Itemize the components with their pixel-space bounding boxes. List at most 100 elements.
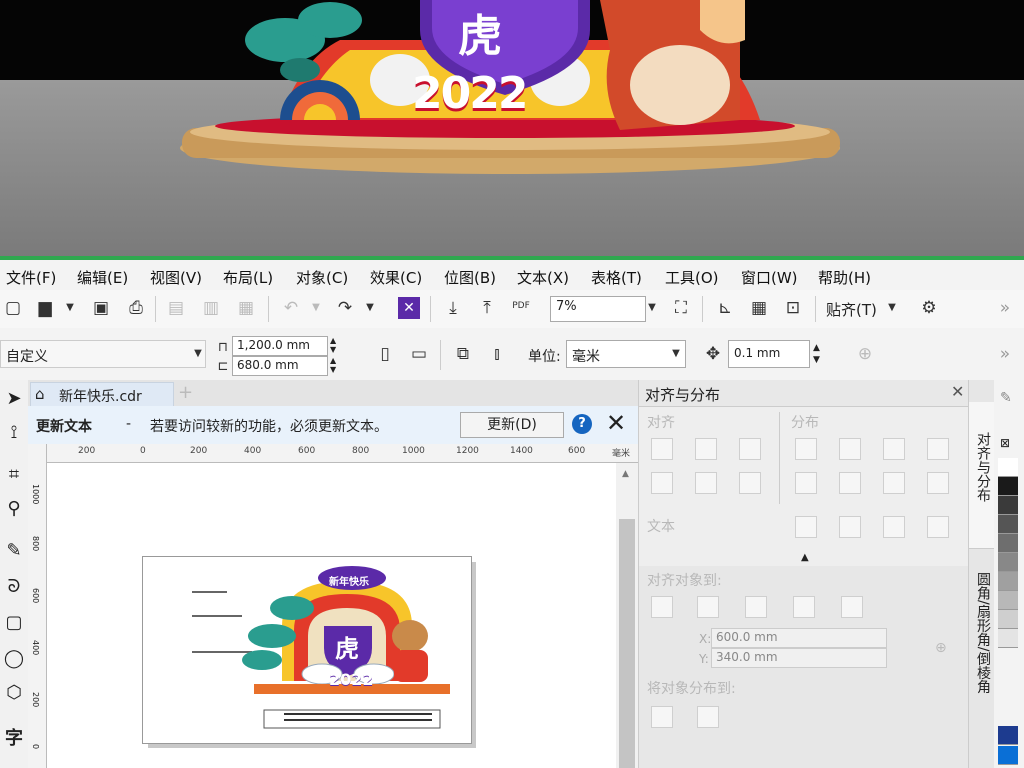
align-bottom-icon[interactable]: [739, 472, 761, 494]
full-screen-icon[interactable]: ⛶: [670, 297, 692, 319]
freehand-tool-icon[interactable]: ✎: [2, 540, 26, 566]
menu-object[interactable]: 对象(C): [296, 267, 348, 288]
snap-dropdown-icon[interactable]: ▼: [884, 302, 900, 313]
distribute-center-h-icon[interactable]: [839, 438, 861, 460]
align-center-v-icon[interactable]: [695, 472, 717, 494]
palette-swatch[interactable]: [998, 534, 1018, 553]
page-width-spinner[interactable]: ▲ ▼: [330, 336, 336, 354]
align-right-icon[interactable]: [739, 438, 761, 460]
snap-to-button[interactable]: 贴齐(T): [826, 299, 877, 320]
active-object-icon[interactable]: [651, 596, 673, 618]
redo-dropdown-icon[interactable]: ▼: [362, 302, 378, 313]
text-bbox-icon[interactable]: [883, 516, 905, 538]
search-content-icon[interactable]: ✕: [398, 297, 420, 319]
menu-file[interactable]: 文件(F): [6, 267, 56, 288]
palette-swatch[interactable]: [998, 515, 1018, 534]
grid-icon[interactable]: [793, 596, 815, 618]
export-icon[interactable]: ⤒: [476, 297, 498, 319]
distribute-top-icon[interactable]: [795, 472, 817, 494]
undo-icon[interactable]: ↶: [280, 297, 302, 319]
nudge-spinner[interactable]: ▲ ▼: [813, 342, 820, 366]
nudge-distance-field[interactable]: 0.1 mm: [728, 340, 810, 368]
palette-swatch[interactable]: [998, 496, 1018, 515]
menu-layout[interactable]: 布局(L): [223, 267, 273, 288]
page-edge-icon[interactable]: [697, 596, 719, 618]
menu-help[interactable]: 帮助(H): [818, 267, 871, 288]
save-icon[interactable]: ▣: [90, 297, 112, 319]
new-document-icon[interactable]: ▢: [2, 297, 24, 319]
menu-window[interactable]: 窗口(W): [741, 267, 798, 288]
ellipse-tool-icon[interactable]: ◯: [2, 648, 26, 674]
palette-swatch[interactable]: [998, 591, 1018, 610]
docker-close-icon[interactable]: ✕: [951, 382, 964, 401]
page-center-icon[interactable]: [745, 596, 767, 618]
collapse-section-icon[interactable]: ▲: [801, 552, 809, 563]
distribute-right-icon[interactable]: [927, 438, 949, 460]
open-dropdown-icon[interactable]: ▼: [62, 302, 78, 313]
distribute-bottom-icon[interactable]: [927, 472, 949, 494]
page-height-spinner[interactable]: ▲ ▼: [330, 356, 336, 374]
palette-swatch[interactable]: [998, 746, 1018, 765]
pick-tool-icon[interactable]: ➤: [2, 388, 26, 414]
polygon-tool-icon[interactable]: ⬡: [2, 682, 26, 708]
cut-icon[interactable]: ▤: [165, 297, 187, 319]
undo-dropdown-icon[interactable]: ▼: [308, 302, 324, 313]
palette-swatch[interactable]: [998, 477, 1018, 496]
side-tab-align[interactable]: 对齐与分布: [969, 402, 995, 549]
page-width-field[interactable]: 1,200.0 mm: [232, 336, 328, 356]
distribute-left-icon[interactable]: [795, 438, 817, 460]
shape-tool-icon[interactable]: ⟟: [2, 422, 26, 448]
add-page-icon[interactable]: ⊕: [854, 343, 876, 365]
landscape-icon[interactable]: ▭: [408, 343, 430, 365]
drawing-canvas[interactable]: 新年快乐 虎 2022: [47, 463, 638, 768]
text-baseline-first-icon[interactable]: [795, 516, 817, 538]
open-folder-icon[interactable]: ▆: [34, 297, 56, 319]
artistic-media-icon[interactable]: ᘐ: [2, 576, 26, 602]
document-tab[interactable]: ⌂ 新年快乐.cdr: [30, 382, 174, 407]
x-position-field[interactable]: 600.0 mm: [711, 628, 887, 648]
vertical-ruler[interactable]: 1000 800 600 400 200 0: [28, 444, 47, 768]
page-size-dropdown-icon[interactable]: ▼: [190, 348, 206, 359]
copy-icon[interactable]: ▥: [200, 297, 222, 319]
new-tab-plus-icon[interactable]: +: [178, 382, 193, 403]
redo-icon[interactable]: ↷: [334, 297, 356, 319]
page-size-preset[interactable]: 自定义: [0, 340, 206, 368]
text-baseline-last-icon[interactable]: [839, 516, 861, 538]
print-icon[interactable]: ⎙: [125, 297, 147, 319]
menu-text[interactable]: 文本(X): [517, 267, 569, 288]
align-top-icon[interactable]: [651, 472, 673, 494]
unit-dropdown-icon[interactable]: ▼: [668, 348, 684, 359]
menu-bitmap[interactable]: 位图(B): [444, 267, 496, 288]
page-height-field[interactable]: 680.0 mm: [232, 356, 328, 376]
import-icon[interactable]: ⤓: [442, 297, 464, 319]
align-center-h-icon[interactable]: [695, 438, 717, 460]
zoom-level-field[interactable]: 7%: [550, 296, 646, 322]
palette-swatch[interactable]: [998, 458, 1018, 477]
palette-swatch[interactable]: [998, 629, 1018, 648]
distribute-spacing-h-icon[interactable]: [883, 438, 905, 460]
palette-swatch[interactable]: [998, 553, 1018, 572]
property-overflow-icon[interactable]: »: [994, 343, 1016, 365]
menu-edit[interactable]: 编辑(E): [77, 267, 128, 288]
rectangle-tool-icon[interactable]: ▢: [2, 612, 26, 638]
scrollbar-thumb[interactable]: [619, 519, 635, 768]
crop-tool-icon[interactable]: ⌗: [2, 464, 26, 490]
distribute-selection-icon[interactable]: [651, 706, 673, 728]
update-button[interactable]: 更新(D): [460, 412, 564, 438]
paste-icon[interactable]: ▦: [235, 297, 257, 319]
text-tool-icon[interactable]: 字: [2, 724, 26, 750]
show-grid-icon[interactable]: ▦: [748, 297, 770, 319]
no-color-swatch[interactable]: ⊠: [1000, 436, 1010, 450]
palette-swatch[interactable]: [998, 726, 1018, 745]
close-infobar-icon[interactable]: ✕: [606, 409, 626, 437]
specified-point-icon[interactable]: [841, 596, 863, 618]
palette-swatch[interactable]: [998, 610, 1018, 629]
distribute-center-v-icon[interactable]: [839, 472, 861, 494]
all-pages-icon[interactable]: ⧉: [452, 343, 474, 365]
zoom-tool-icon[interactable]: ⚲: [2, 498, 26, 524]
align-left-icon[interactable]: [651, 438, 673, 460]
palette-swatch[interactable]: [998, 572, 1018, 591]
horizontal-ruler[interactable]: 200 0 200 400 600 800 1000 1200 1400 600…: [46, 444, 638, 463]
scroll-up-icon[interactable]: ▲: [622, 469, 629, 479]
distribute-page-icon[interactable]: [697, 706, 719, 728]
